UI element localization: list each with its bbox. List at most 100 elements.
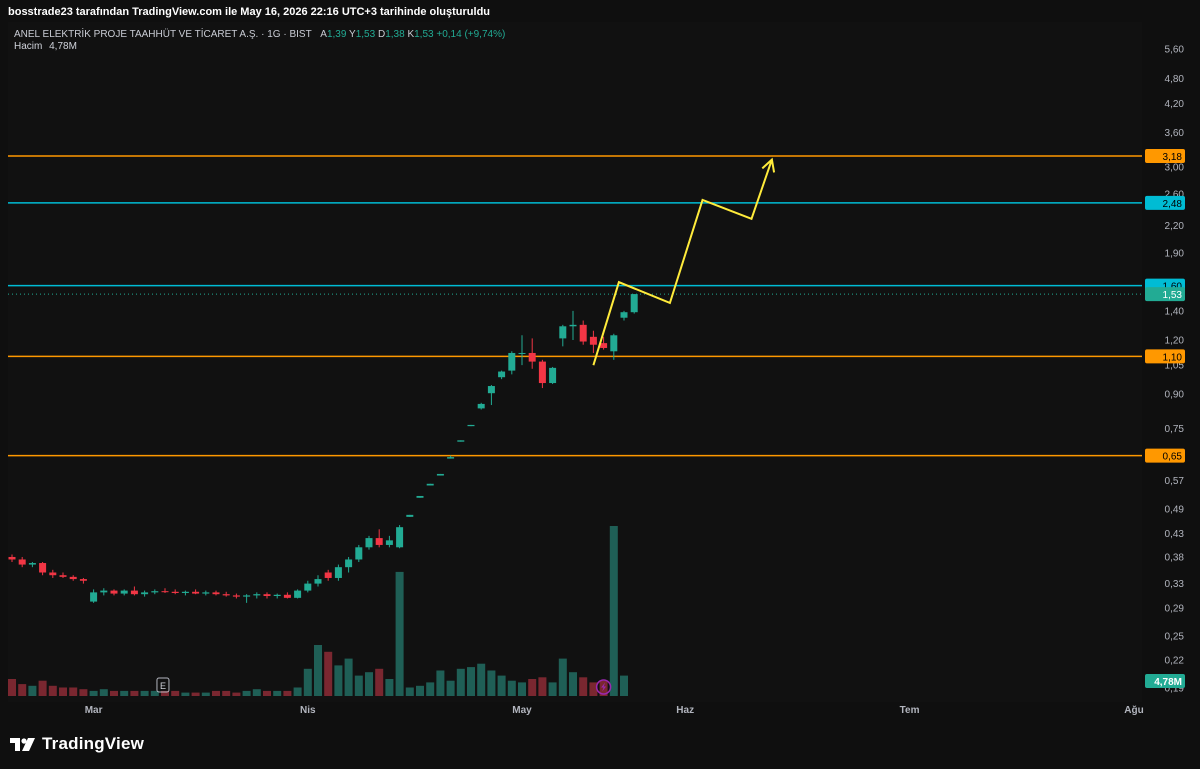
volume-bar	[558, 658, 567, 696]
candle-body[interactable]	[620, 312, 628, 318]
candle-body[interactable]	[59, 575, 67, 577]
volume-bar	[569, 672, 577, 696]
close-value: 1,53	[414, 29, 434, 40]
candle-body[interactable]	[385, 540, 393, 545]
footer-bar	[0, 722, 1200, 769]
candle-body[interactable]	[365, 538, 373, 548]
candle-body[interactable]	[232, 595, 240, 597]
candle-body[interactable]	[406, 514, 414, 517]
candle-body[interactable]	[355, 547, 363, 560]
candle-body[interactable]	[8, 556, 16, 560]
candle-body[interactable]	[579, 324, 587, 342]
time-axis-panel[interactable]	[8, 702, 1142, 719]
time-tick-label: Nis	[300, 705, 316, 716]
candle-body[interactable]	[436, 473, 444, 476]
candle-body[interactable]	[222, 594, 230, 596]
candle-body[interactable]	[39, 563, 47, 573]
candle-body[interactable]	[324, 572, 332, 578]
candle-body[interactable]	[253, 594, 261, 596]
candle-body[interactable]	[426, 483, 434, 486]
candle-body[interactable]	[69, 576, 77, 580]
price-tick-label: 3,60	[1165, 128, 1185, 139]
volume-bar	[130, 690, 139, 696]
volume-bar	[365, 672, 373, 696]
candle-body[interactable]	[161, 591, 169, 593]
volume-bar	[99, 689, 108, 696]
candle-body[interactable]	[630, 294, 638, 313]
candle-body[interactable]	[559, 326, 567, 339]
tradingview-wordmark: TradingView	[42, 734, 145, 753]
open-value: 1,39	[326, 29, 347, 40]
time-tick-label: Tem	[900, 705, 920, 716]
candle-body[interactable]	[304, 583, 312, 591]
candle-body[interactable]	[467, 424, 475, 427]
candle-body[interactable]	[498, 371, 506, 378]
candle-body[interactable]	[334, 567, 342, 578]
candle-body[interactable]	[518, 352, 526, 354]
candle-body[interactable]	[110, 590, 118, 594]
time-tick-label: Ağu	[1124, 705, 1143, 716]
volume-legend: Hacim 4,78M	[14, 41, 77, 52]
candle-body[interactable]	[538, 361, 546, 384]
price-tick-label: 0,75	[1165, 424, 1185, 435]
price-tick-label: 0,29	[1165, 603, 1185, 614]
symbol-name[interactable]: ANEL ELEKTRİK PROJE TAAHHÜT VE TİCARET A…	[14, 29, 312, 40]
candle-body[interactable]	[90, 592, 98, 602]
candle-body[interactable]	[283, 594, 291, 598]
volume-bar	[201, 692, 210, 696]
candle-body[interactable]	[243, 595, 251, 597]
candle-body[interactable]	[477, 403, 485, 409]
candle-body[interactable]	[314, 579, 322, 584]
price-chart[interactable]: 0,190,220,250,290,330,380,430,490,570,65…	[8, 22, 1192, 719]
candle-body[interactable]	[28, 563, 36, 565]
price-tick-label: 0,57	[1165, 476, 1185, 487]
price-tick-label: 0,49	[1165, 504, 1185, 515]
volume-label[interactable]: Hacim	[14, 41, 42, 52]
candle-body[interactable]	[49, 572, 57, 576]
candle-body[interactable]	[589, 336, 597, 345]
candle-body[interactable]	[447, 457, 455, 459]
candle-body[interactable]	[120, 590, 128, 594]
candle-body[interactable]	[610, 335, 618, 352]
candle-body[interactable]	[569, 324, 577, 327]
volume-bar	[477, 663, 486, 696]
candle-body[interactable]	[130, 590, 138, 595]
candle-body[interactable]	[79, 579, 87, 581]
candle-body[interactable]	[396, 527, 404, 548]
candle-body[interactable]	[457, 440, 465, 442]
candle-body[interactable]	[181, 591, 189, 593]
volume-bar	[395, 571, 404, 696]
volume-bar	[110, 690, 118, 696]
candle-body[interactable]	[202, 592, 210, 594]
price-tick-label: 0,43	[1165, 529, 1185, 540]
price-tick-label: 1,20	[1165, 335, 1185, 346]
candle-body[interactable]	[487, 386, 495, 394]
candle-body[interactable]	[192, 591, 200, 594]
volume-bar	[314, 645, 322, 696]
time-tick-label: Haz	[676, 705, 694, 716]
tradingview-logo[interactable]: TradingView	[10, 734, 144, 754]
candle-body[interactable]	[141, 592, 149, 595]
candle-body[interactable]	[100, 590, 108, 593]
tradingview-mark-icon	[10, 738, 35, 751]
volume-bar	[8, 679, 16, 696]
chart-area[interactable]: 0,190,220,250,290,330,380,430,490,570,65…	[8, 22, 1192, 719]
candle-body[interactable]	[528, 352, 536, 362]
candle-body[interactable]	[18, 559, 26, 565]
candle-body[interactable]	[549, 367, 557, 384]
volume-bar	[69, 687, 78, 696]
high-label: Y	[349, 29, 356, 40]
candle-body[interactable]	[273, 594, 281, 597]
candle-body[interactable]	[375, 538, 383, 545]
candle-body[interactable]	[171, 591, 179, 593]
candle-body[interactable]	[416, 495, 424, 498]
candle-body[interactable]	[294, 590, 302, 598]
time-tick-label: Mar	[85, 705, 103, 716]
candle-body[interactable]	[508, 352, 516, 371]
candle-body[interactable]	[345, 559, 353, 568]
candle-body[interactable]	[212, 592, 220, 595]
candle-body[interactable]	[600, 343, 608, 348]
candle-body[interactable]	[263, 594, 271, 597]
candle-body[interactable]	[151, 591, 159, 593]
projection-path[interactable]	[592, 159, 773, 366]
